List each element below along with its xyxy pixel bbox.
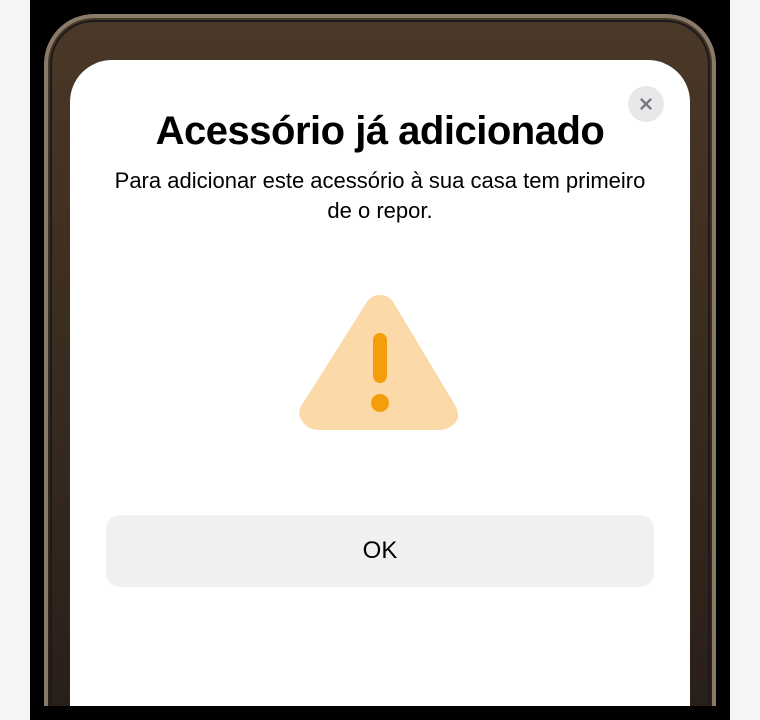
alert-modal: Acessório já adicionado Para adicionar e… bbox=[70, 60, 690, 706]
modal-title: Acessório já adicionado bbox=[106, 108, 654, 154]
close-icon bbox=[637, 95, 655, 113]
warning-icon-container bbox=[106, 285, 654, 435]
warning-icon bbox=[295, 285, 465, 435]
modal-description: Para adicionar este acessório à sua casa… bbox=[106, 166, 654, 225]
phone-frame: Acessório já adicionado Para adicionar e… bbox=[30, 0, 730, 720]
phone-screen: Acessório já adicionado Para adicionar e… bbox=[44, 14, 716, 706]
ok-button[interactable]: OK bbox=[106, 515, 654, 587]
close-button[interactable] bbox=[628, 86, 664, 122]
